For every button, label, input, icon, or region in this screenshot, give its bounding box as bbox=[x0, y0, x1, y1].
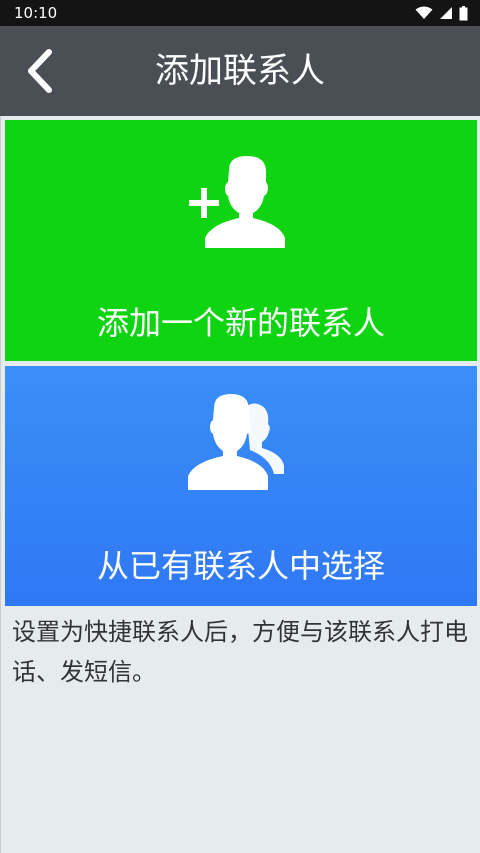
cellular-signal-icon bbox=[440, 7, 452, 19]
pick-existing-contact-label: 从已有联系人中选择 bbox=[96, 547, 385, 585]
battery-icon bbox=[459, 5, 468, 20]
contacts-icon bbox=[188, 394, 284, 490]
chevron-left-icon bbox=[28, 49, 52, 93]
hint-text: 设置为快捷联系人后，方便与该联系人打电话、发短信。 bbox=[12, 618, 468, 686]
status-time: 10:10 bbox=[14, 4, 58, 22]
app-bar: 添加联系人 bbox=[0, 26, 480, 116]
back-button[interactable] bbox=[14, 44, 66, 98]
status-bar: 10:10 bbox=[0, 0, 480, 26]
add-new-contact-card[interactable]: 添加一个新的联系人 bbox=[5, 120, 477, 361]
page-title: 添加联系人 bbox=[155, 51, 325, 91]
card-icon-wrapper bbox=[5, 394, 477, 494]
content-area: 添加一个新的联系人 从已有联系人中选择 设置为快捷联系人后，方便与该联系人打电话… bbox=[0, 116, 480, 853]
wifi-icon bbox=[415, 6, 433, 19]
add-new-contact-label: 添加一个新的联系人 bbox=[96, 304, 385, 342]
pick-existing-contact-card[interactable]: 从已有联系人中选择 bbox=[5, 366, 477, 606]
status-icons bbox=[415, 4, 468, 22]
add-person-icon bbox=[189, 156, 285, 248]
card-icon-wrapper bbox=[5, 156, 477, 252]
